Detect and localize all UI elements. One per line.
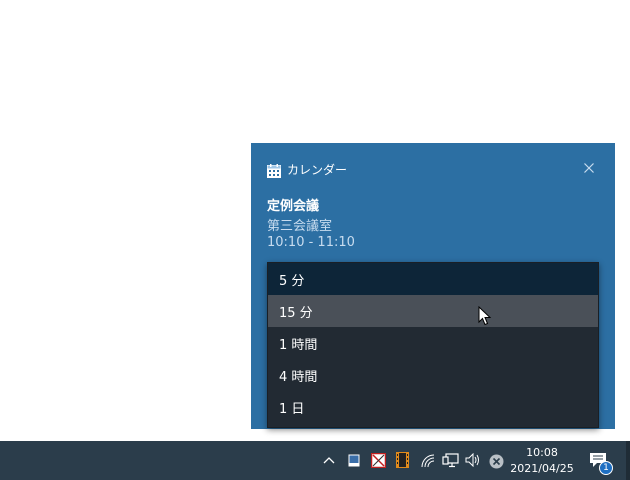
event-time: 10:10 - 11:10: [267, 235, 355, 250]
app-name: カレンダー: [287, 163, 348, 177]
chevron-up-icon: [323, 457, 335, 464]
tray-image-tool-button[interactable]: [370, 452, 386, 468]
event-location: 第三会議室: [267, 219, 333, 234]
network-icon: [441, 452, 459, 467]
tray-tablet-button[interactable]: [347, 453, 361, 467]
event-title: 定例会議: [267, 199, 320, 214]
snooze-option-5-min[interactable]: 5 分: [268, 263, 598, 295]
tablet-icon: [348, 454, 360, 466]
calendar-icon: [267, 163, 281, 178]
notification-count-badge: 1: [599, 461, 613, 475]
image-tool-icon: [370, 452, 386, 468]
film-icon: [395, 452, 409, 468]
notification-header: カレンダー: [267, 161, 347, 179]
stop-icon: [489, 454, 503, 468]
clock-date: 2021/04/25: [510, 462, 574, 475]
snooze-option-15-min[interactable]: 15 分: [268, 295, 598, 327]
tray-wifi-button[interactable]: [420, 453, 436, 469]
action-center-button[interactable]: 1: [588, 451, 614, 475]
wifi-icon: [421, 454, 434, 468]
speaker-icon: [465, 453, 479, 467]
snooze-option-1-day[interactable]: 1 日: [268, 391, 598, 423]
tray-stop-button[interactable]: [488, 453, 504, 469]
tray-film-button[interactable]: [394, 452, 410, 468]
show-hidden-icons-button[interactable]: [322, 453, 336, 467]
snooze-option-1-hour[interactable]: 1 時間: [268, 327, 598, 359]
close-icon: [584, 163, 594, 173]
tray-network-button[interactable]: [441, 452, 459, 468]
snooze-dropdown-list[interactable]: 5 分 15 分 1 時間 4 時間 1 日: [267, 262, 599, 428]
taskbar-clock[interactable]: 10:08 2021/04/25: [510, 445, 574, 477]
close-button[interactable]: [581, 160, 597, 176]
mouse-cursor-icon: [478, 306, 492, 326]
clock-time: 10:08: [526, 446, 558, 459]
snooze-option-4-hours[interactable]: 4 時間: [268, 359, 598, 391]
show-desktop-button[interactable]: [626, 441, 630, 480]
tray-volume-button[interactable]: [465, 453, 481, 467]
